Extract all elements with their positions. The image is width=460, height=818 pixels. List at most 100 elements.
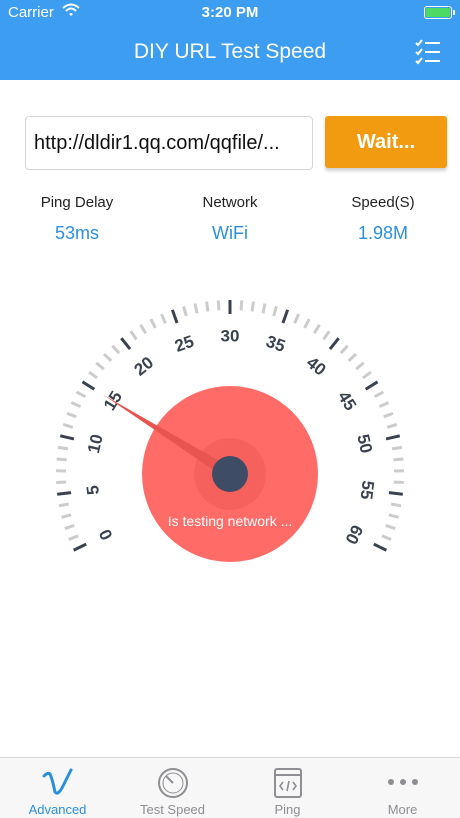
gauge-minor-tick	[160, 313, 167, 324]
gauge-minor-tick	[68, 534, 79, 541]
tab-advanced-label: Advanced	[28, 802, 87, 817]
gauge-minor-tick	[322, 330, 331, 341]
ping-delay-stat: Ping Delay 53ms	[7, 194, 147, 244]
gauge-minor-tick	[111, 344, 121, 355]
gauge-minor-tick	[339, 344, 349, 355]
network-label: Network	[202, 194, 258, 211]
more-dots-icon	[388, 779, 418, 785]
tab-test-speed-label: Test Speed	[139, 802, 206, 817]
tab-more-label: More	[387, 802, 418, 817]
gauge-minor-tick	[66, 411, 77, 419]
gauge-minor-tick	[129, 330, 138, 341]
gauge-tick-label: 60	[341, 522, 366, 547]
gauge-tick-label: 5	[83, 484, 103, 496]
gauge-minor-tick	[385, 523, 396, 530]
gauge-minor-tick	[56, 457, 67, 462]
network-value: WiFi	[212, 223, 248, 243]
tab-ping[interactable]: Ping	[230, 758, 345, 818]
code-window-icon	[274, 768, 302, 798]
gauge-tick-label: 30	[221, 327, 240, 346]
gauge-major-tick	[373, 542, 388, 552]
status-bar: Carrier 3:20 PM	[0, 0, 460, 26]
gauge-minor-tick	[70, 401, 82, 408]
gauge-minor-tick	[216, 300, 221, 311]
gauge-tick-label: 10	[84, 432, 107, 455]
gauge-major-tick	[170, 309, 179, 324]
gauge-minor-tick	[272, 305, 278, 317]
tab-test-speed[interactable]: Test Speed	[115, 758, 230, 818]
gauge-minor-tick	[102, 352, 113, 362]
gauge-minor-tick	[58, 502, 70, 508]
gauge-minor-tick	[250, 301, 255, 312]
network-stat: Network WiFi	[160, 194, 300, 244]
gauge-major-tick	[385, 434, 401, 441]
gauge-minor-tick	[393, 457, 404, 462]
gauge-minor-tick	[62, 423, 74, 429]
gauge-minor-tick	[373, 390, 385, 398]
gauge-minor-tick	[205, 301, 210, 312]
tab-advanced[interactable]: Advanced	[0, 758, 115, 818]
checklist-icon[interactable]	[414, 38, 442, 66]
page-title: DIY URL Test Speed	[133, 40, 327, 63]
gauge-minor-tick	[261, 303, 267, 314]
nav-bar: DIY URL Test Speed	[0, 26, 460, 80]
gauge-tick-label: 0	[95, 526, 116, 543]
gauge-major-tick	[388, 491, 403, 496]
gauge-minor-tick	[239, 300, 244, 311]
gauge-tick-label: 45	[334, 388, 360, 414]
gauge-major-tick	[364, 380, 379, 391]
gauge-minor-tick	[383, 411, 394, 419]
tab-more[interactable]: More	[345, 758, 460, 818]
gauge-minor-tick	[193, 303, 199, 314]
gauge-major-tick	[57, 491, 72, 496]
gauge-minor-tick	[386, 423, 398, 429]
tab-ping-label: Ping	[274, 802, 301, 817]
gauge-minor-tick	[293, 313, 300, 324]
gauge-minor-tick	[391, 445, 403, 451]
url-input[interactable]	[25, 116, 313, 170]
speedometer-icon	[158, 768, 188, 798]
gauge-minor-tick	[378, 401, 390, 408]
gauge-minor-tick	[390, 502, 402, 508]
gauge-tick-label: 50	[353, 432, 376, 455]
tab-bar: Advanced Test Speed Ping More	[0, 757, 460, 818]
gauge-minor-tick	[303, 318, 311, 329]
gauge-minor-tick	[362, 370, 372, 380]
speed-gauge: 051015202530354045505560 Is testing netw…	[56, 300, 404, 562]
battery-icon	[424, 6, 455, 19]
gauge-tick-label: 40	[303, 353, 330, 380]
gauge-minor-tick	[381, 534, 392, 541]
gauge-major-tick	[328, 337, 340, 351]
ping-delay-label: Ping Delay	[40, 194, 114, 211]
speed-value: 1.98M	[357, 223, 409, 243]
ping-delay-value: 53ms	[54, 223, 99, 243]
speed-stat: Speed(S) 1.98M	[313, 194, 453, 244]
gauge-minor-tick	[88, 370, 98, 380]
speed-label: Speed(S)	[351, 194, 415, 211]
gauge-major-tick	[72, 542, 87, 552]
gauge-minor-tick	[64, 523, 75, 530]
gauge-minor-tick	[61, 513, 72, 519]
gauge-minor-tick	[75, 390, 87, 398]
gauge-minor-tick	[139, 323, 147, 335]
gauge-status-text: Is testing network ...	[168, 513, 293, 529]
gauge-minor-tick	[347, 352, 358, 362]
gauge-hub	[212, 456, 248, 492]
gauge-major-tick	[281, 309, 290, 324]
gauge-major-tick	[120, 337, 132, 351]
gauge-tick-label: 20	[130, 353, 157, 380]
gauge-minor-tick	[182, 305, 188, 317]
gauge-minor-tick	[149, 318, 157, 329]
gauge-minor-tick	[57, 445, 69, 451]
gauge-minor-tick	[355, 361, 365, 371]
status-time: 3:20 PM	[201, 4, 259, 21]
wait-button[interactable]: Wait...	[325, 116, 447, 168]
gauge-tick-label: 25	[172, 332, 196, 356]
gauge-tick-label: 55	[357, 480, 378, 501]
gauge-minor-tick	[388, 513, 399, 519]
gauge-major-tick	[81, 380, 96, 391]
gauge-minor-tick	[95, 361, 105, 371]
gauge-minor-tick	[313, 323, 321, 335]
vimeo-icon	[42, 768, 73, 795]
gauge-tick-label: 35	[264, 332, 288, 356]
